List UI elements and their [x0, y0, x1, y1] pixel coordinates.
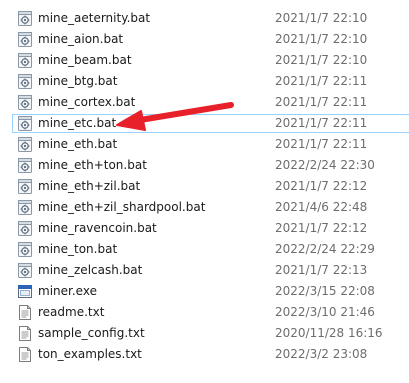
file-name: mine_etc.bat: [38, 116, 117, 130]
file-name: ton_examples.txt: [38, 347, 142, 361]
file-modified-date: 2021/1/7 22:11: [275, 95, 368, 109]
file-row[interactable]: mine_btg.bat 2021/1/7 22:11: [0, 71, 409, 92]
file-modified-date: 2021/1/7 22:11: [275, 116, 368, 130]
file-modified-date: 2022/3/15 22:08: [275, 284, 375, 298]
file-name: mine_eth+ton.bat: [38, 158, 147, 172]
file-row[interactable]: mine_eth.bat 2021/1/7 22:11: [0, 134, 409, 155]
file-modified-date: 2022/3/10 21:46: [275, 305, 375, 319]
file-name: miner.exe: [38, 284, 97, 298]
file-name: readme.txt: [38, 305, 105, 319]
bat-file-icon: [18, 95, 32, 110]
file-modified-date: 2021/1/7 22:12: [275, 179, 368, 193]
file-row[interactable]: mine_etc.bat 2021/1/7 22:11: [0, 113, 409, 134]
file-row[interactable]: mine_zelcash.bat 2021/1/7 22:13: [0, 260, 409, 281]
file-modified-date: 2021/1/7 22:11: [275, 137, 368, 151]
bat-file-icon: [18, 74, 32, 89]
file-row[interactable]: readme.txt 2022/3/10 21:46: [0, 302, 409, 323]
file-modified-date: 2020/11/28 16:16: [275, 326, 383, 340]
file-name: mine_aeternity.bat: [38, 11, 151, 25]
file-modified-date: 2021/1/7 22:12: [275, 221, 368, 235]
file-name: sample_config.txt: [38, 326, 145, 340]
txt-file-icon: [18, 347, 32, 362]
file-row[interactable]: mine_eth+zil_shardpool.bat 2021/4/6 22:48: [0, 197, 409, 218]
bat-file-icon: [18, 179, 32, 194]
file-modified-date: 2021/1/7 22:13: [275, 263, 368, 277]
file-name: mine_beam.bat: [38, 53, 132, 67]
bat-file-icon: [18, 200, 32, 215]
bat-file-icon: [18, 53, 32, 68]
file-name: mine_btg.bat: [38, 74, 118, 88]
bat-file-icon: [18, 11, 32, 26]
txt-file-icon: [18, 326, 32, 341]
file-modified-date: 2021/1/7 22:10: [275, 32, 368, 46]
file-row[interactable]: mine_beam.bat 2021/1/7 22:10: [0, 50, 409, 71]
file-name: mine_ton.bat: [38, 242, 118, 256]
exe-file-icon: [18, 284, 32, 299]
file-row[interactable]: ton_examples.txt 2022/3/2 23:08: [0, 344, 409, 365]
bat-file-icon: [18, 158, 32, 173]
file-name: mine_eth.bat: [38, 137, 118, 151]
bat-file-icon: [18, 137, 32, 152]
file-modified-date: 2022/2/24 22:30: [275, 158, 375, 172]
file-row[interactable]: mine_ravencoin.bat 2021/1/7 22:12: [0, 218, 409, 239]
bat-file-icon: [18, 221, 32, 236]
file-name: mine_eth+zil_shardpool.bat: [38, 200, 206, 214]
file-modified-date: 2021/1/7 22:10: [275, 11, 368, 25]
file-modified-date: 2021/4/6 22:48: [275, 200, 368, 214]
file-name: mine_ravencoin.bat: [38, 221, 157, 235]
file-row[interactable]: mine_cortex.bat 2021/1/7 22:11: [0, 92, 409, 113]
file-row[interactable]: mine_eth+zil.bat 2021/1/7 22:12: [0, 176, 409, 197]
file-row[interactable]: mine_aion.bat 2021/1/7 22:10: [0, 29, 409, 50]
file-modified-date: 2022/3/2 23:08: [275, 347, 368, 361]
file-row[interactable]: sample_config.txt 2020/11/28 16:16: [0, 323, 409, 344]
bat-file-icon: [18, 242, 32, 257]
file-name: mine_aion.bat: [38, 32, 124, 46]
txt-file-icon: [18, 305, 32, 320]
bat-file-icon: [18, 32, 32, 47]
file-modified-date: 2021/1/7 22:10: [275, 53, 368, 67]
file-row[interactable]: mine_aeternity.bat 2021/1/7 22:10: [0, 8, 409, 29]
bat-file-icon: [18, 116, 32, 131]
file-modified-date: 2022/2/24 22:29: [275, 242, 375, 256]
file-row[interactable]: miner.exe 2022/3/15 22:08: [0, 281, 409, 302]
file-name: mine_eth+zil.bat: [38, 179, 141, 193]
file-name: mine_zelcash.bat: [38, 263, 143, 277]
file-modified-date: 2021/1/7 22:11: [275, 74, 368, 88]
file-row[interactable]: mine_ton.bat 2022/2/24 22:29: [0, 239, 409, 260]
file-name: mine_cortex.bat: [38, 95, 136, 109]
file-row[interactable]: mine_eth+ton.bat 2022/2/24 22:30: [0, 155, 409, 176]
file-list: mine_aeternity.bat 2021/1/7 22:10 mine_aio…: [0, 8, 409, 365]
bat-file-icon: [18, 263, 32, 278]
